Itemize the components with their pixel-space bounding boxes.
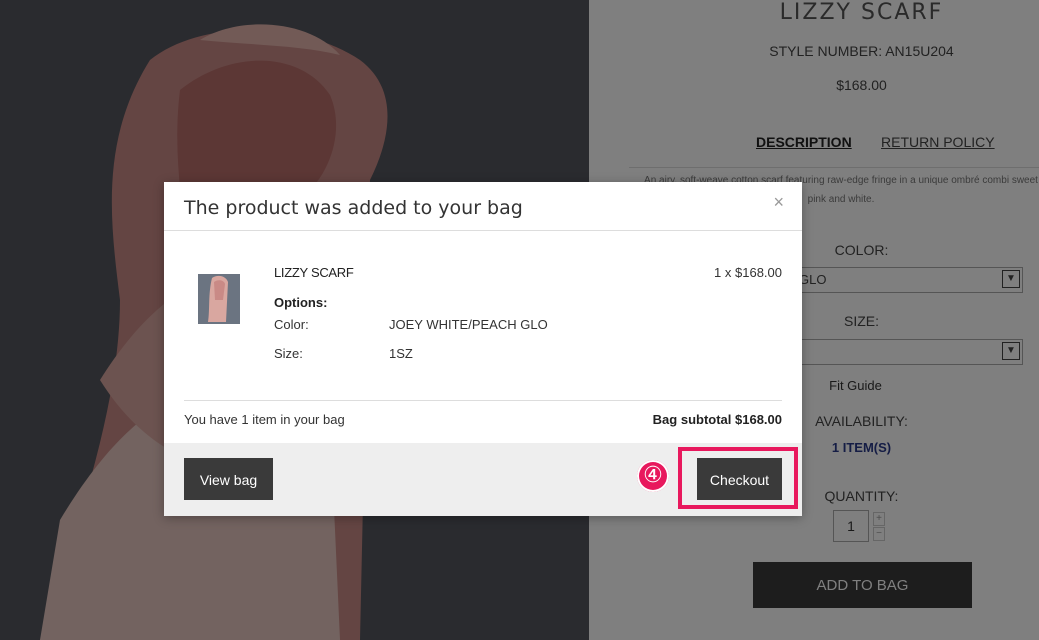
option-size-value: 1SZ — [389, 346, 413, 361]
options-heading: Options: — [274, 295, 328, 310]
checkout-highlight-box — [678, 447, 798, 509]
item-name: LIZZY SCARF — [274, 265, 354, 280]
item-price: 1 x $168.00 — [714, 265, 782, 280]
modal-title: The product was added to your bag — [184, 197, 523, 219]
step-number-badge: ④ — [637, 460, 669, 492]
bag-subtotal: Bag subtotal $168.00 — [652, 412, 782, 427]
modal-divider — [184, 400, 782, 401]
close-icon[interactable]: × — [773, 192, 784, 213]
modal-header: The product was added to your bag × — [164, 182, 802, 231]
bag-item-count: You have 1 item in your bag — [184, 412, 345, 427]
option-color-value: JOEY WHITE/PEACH GLO — [389, 317, 548, 332]
option-size-label: Size: — [274, 346, 303, 361]
option-color-label: Color: — [274, 317, 309, 332]
item-thumbnail — [198, 274, 240, 324]
view-bag-button[interactable]: View bag — [184, 458, 273, 500]
